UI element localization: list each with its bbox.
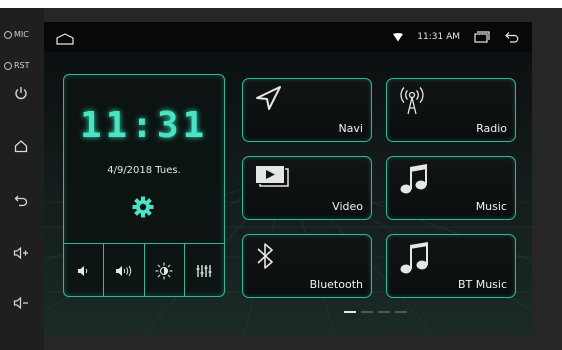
back-button[interactable] xyxy=(504,31,520,43)
home-button[interactable] xyxy=(56,30,74,49)
volume-up-button[interactable] xyxy=(10,243,32,263)
bt-music-icon xyxy=(400,242,428,274)
settings-button[interactable] xyxy=(132,196,154,222)
app-tile-music[interactable]: Music xyxy=(386,156,516,220)
wifi-icon xyxy=(393,32,404,41)
app-tile-radio[interactable]: Radio xyxy=(386,78,516,142)
app-label-navi: Navi xyxy=(338,122,363,135)
home-icon xyxy=(14,140,28,153)
volume-up-icon xyxy=(13,246,28,260)
app-tile-bt-music[interactable]: BT Music xyxy=(386,234,516,298)
status-bar: 11:31 AM xyxy=(44,22,532,52)
app-tile-video[interactable]: Video xyxy=(242,156,372,220)
mic-label: MIC xyxy=(14,30,29,39)
brightness-icon xyxy=(155,262,173,279)
home-icon xyxy=(56,33,74,45)
volume-up-control[interactable] xyxy=(104,244,145,297)
back-icon xyxy=(505,32,519,43)
page-dot[interactable] xyxy=(378,311,390,313)
mic-hole-icon xyxy=(4,30,12,39)
recent-apps-icon xyxy=(474,31,490,43)
volume-down-control[interactable] xyxy=(64,244,105,297)
hardware-bezel: MIC RST xyxy=(0,8,44,350)
page-dot[interactable] xyxy=(395,311,407,313)
volume-down-icon xyxy=(13,296,28,310)
radio-antenna-icon xyxy=(400,87,424,115)
back-icon xyxy=(14,195,28,207)
equalizer-control[interactable] xyxy=(185,244,224,297)
status-time: 11:31 AM xyxy=(417,32,460,42)
equalizer-icon xyxy=(196,264,212,277)
hw-back-button[interactable] xyxy=(10,190,32,210)
app-label-radio: Radio xyxy=(476,122,507,135)
quick-controls xyxy=(64,243,224,297)
gear-icon xyxy=(132,196,154,218)
app-tile-bluetooth[interactable]: Bluetooth xyxy=(242,234,372,298)
reset-hole-icon xyxy=(4,61,12,70)
volume-down-button[interactable] xyxy=(10,293,32,313)
navigation-arrow-icon xyxy=(256,86,281,110)
brightness-control[interactable] xyxy=(145,244,185,297)
video-player-icon xyxy=(256,166,289,187)
music-note-icon xyxy=(400,164,427,194)
speaker-high-icon xyxy=(115,265,132,276)
app-label-video: Video xyxy=(332,200,363,213)
mic-indicator: MIC xyxy=(4,30,29,39)
app-label-music: Music xyxy=(475,200,507,213)
bluetooth-icon xyxy=(257,243,273,269)
power-icon xyxy=(15,87,27,100)
app-label-bt-music: BT Music xyxy=(457,278,507,291)
page-indicator xyxy=(344,311,407,313)
speaker-low-icon xyxy=(77,265,87,276)
clock-digits: 11:31 xyxy=(79,105,209,146)
recent-apps-button[interactable] xyxy=(474,31,490,43)
rst-button[interactable]: RST xyxy=(4,61,30,70)
page-dot[interactable] xyxy=(361,311,373,313)
rst-label: RST xyxy=(14,61,30,70)
app-label-bluetooth: Bluetooth xyxy=(309,278,363,291)
page-dot[interactable] xyxy=(344,311,356,313)
power-button[interactable] xyxy=(10,83,32,103)
clock-date: 4/9/2018 Tues. xyxy=(107,165,181,176)
head-unit: MIC RST 11:31 AM 11:31 4/9/2018 Tues. Na… xyxy=(0,8,562,350)
app-tile-navi[interactable]: Navi xyxy=(242,78,372,142)
screen: 11:31 AM 11:31 4/9/2018 Tues. Navi Radio… xyxy=(44,22,532,334)
hw-home-button[interactable] xyxy=(10,136,32,156)
clock-widget: 11:31 4/9/2018 Tues. xyxy=(63,74,225,297)
